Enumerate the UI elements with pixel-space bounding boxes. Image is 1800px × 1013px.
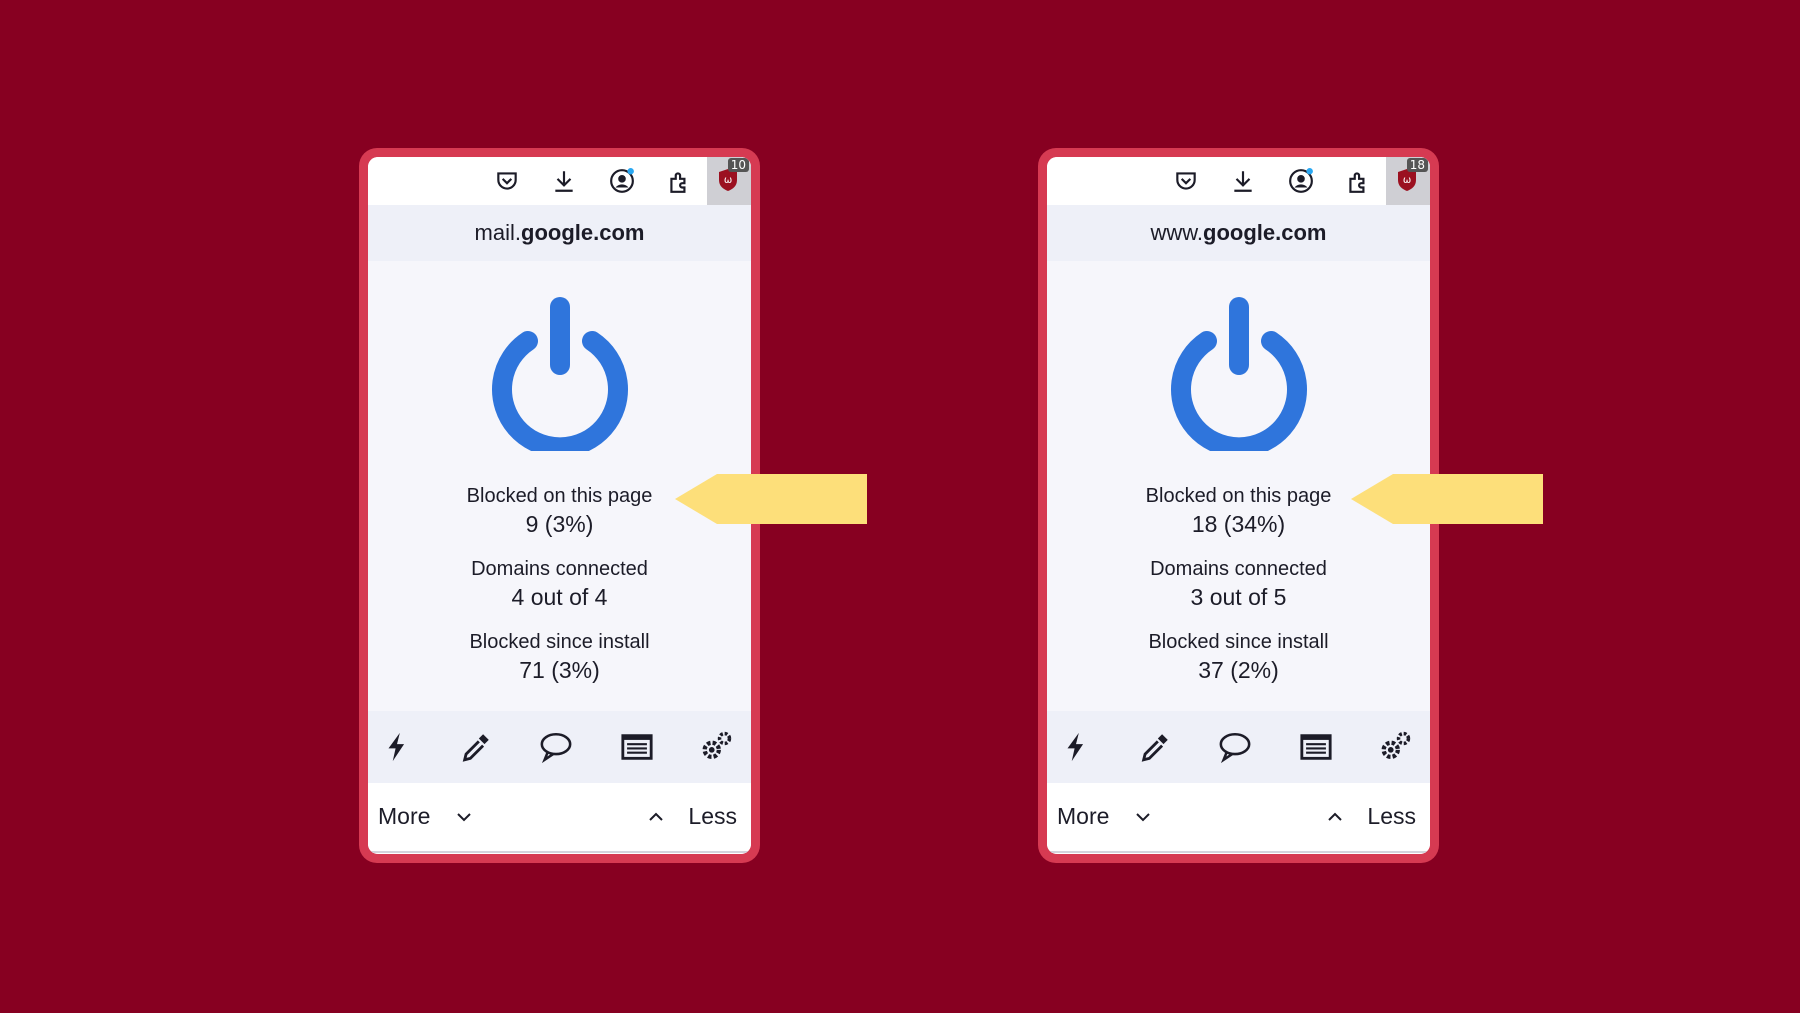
lightning-icon[interactable] [1057, 728, 1095, 766]
domain-prefix: mail. [474, 220, 521, 245]
logger-list-icon[interactable] [1297, 728, 1335, 766]
download-icon[interactable] [550, 167, 578, 195]
domains-connected-label: Domains connected [471, 558, 648, 580]
account-icon[interactable] [1287, 167, 1315, 195]
ublock-extension-button[interactable]: ω 10 [707, 157, 751, 205]
chevron-down-icon[interactable] [456, 811, 472, 823]
domain-header: mail. google.com [368, 205, 751, 261]
blocked-install-value: 71 (3%) [519, 657, 600, 683]
ublock-extension-button[interactable]: ω 18 [1386, 157, 1430, 205]
domain-main: google.com [1203, 220, 1327, 245]
domain-main: google.com [521, 220, 645, 245]
pocket-icon[interactable] [1172, 167, 1200, 195]
blocked-count-badge: 10 [727, 158, 749, 172]
more-button[interactable]: More [378, 803, 430, 830]
chevron-up-icon[interactable] [648, 811, 664, 823]
more-less-bar: More Less [368, 783, 751, 853]
tools-bar [368, 711, 751, 783]
less-button[interactable]: Less [1367, 803, 1416, 830]
settings-gears-icon[interactable] [697, 728, 735, 766]
domains-connected-label: Domains connected [1150, 558, 1327, 580]
blocked-install-value: 37 (2%) [1198, 657, 1279, 683]
svg-text:ω: ω [1403, 175, 1411, 186]
eyedropper-icon[interactable] [1136, 728, 1174, 766]
tools-bar [1047, 711, 1430, 783]
svg-text:ω: ω [724, 175, 732, 186]
download-icon[interactable] [1229, 167, 1257, 195]
extensions-icon[interactable] [1344, 167, 1372, 195]
pocket-icon[interactable] [493, 167, 521, 195]
highlight-arrow-right [1351, 474, 1543, 524]
power-button-icon[interactable] [1167, 297, 1311, 451]
domain-header: www. google.com [1047, 205, 1430, 261]
browser-toolbar: ω 18 [1047, 157, 1430, 205]
highlight-arrow-left [675, 474, 867, 524]
blocked-install-label: Blocked since install [469, 631, 650, 653]
account-icon[interactable] [608, 167, 636, 195]
settings-gears-icon[interactable] [1376, 728, 1414, 766]
extensions-icon[interactable] [665, 167, 693, 195]
chevron-up-icon[interactable] [1327, 811, 1343, 823]
browser-toolbar: ω 10 [368, 157, 751, 205]
power-button-icon[interactable] [488, 297, 632, 451]
less-button[interactable]: Less [688, 803, 737, 830]
speech-bubble-icon[interactable] [1216, 728, 1254, 766]
blocked-count-badge: 18 [1406, 158, 1428, 172]
domains-connected-value: 3 out of 5 [1190, 584, 1287, 610]
domains-connected-value: 4 out of 4 [511, 584, 608, 610]
lightning-icon[interactable] [378, 728, 416, 766]
blocked-install-label: Blocked since install [1148, 631, 1329, 653]
more-button[interactable]: More [1057, 803, 1109, 830]
eyedropper-icon[interactable] [457, 728, 495, 766]
chevron-down-icon[interactable] [1135, 811, 1151, 823]
logger-list-icon[interactable] [618, 728, 656, 766]
domain-prefix: www. [1150, 220, 1204, 245]
speech-bubble-icon[interactable] [537, 728, 575, 766]
more-less-bar: More Less [1047, 783, 1430, 853]
